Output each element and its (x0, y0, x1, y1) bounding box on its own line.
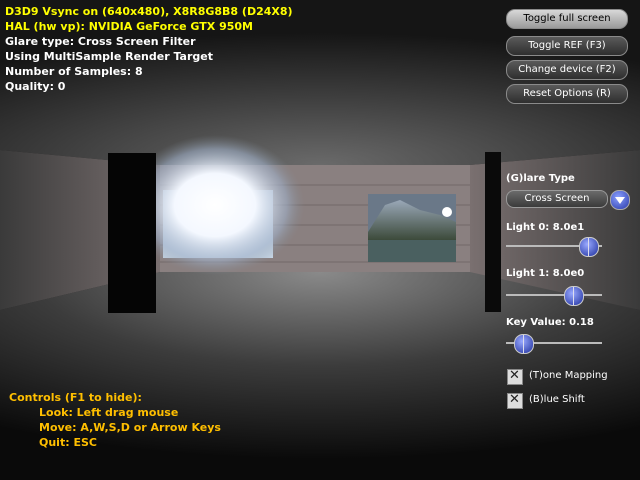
light0-label: Light 0: 8.0e1 (506, 222, 585, 233)
controls-move: Move: A,W,S,D or Arrow Keys (39, 421, 221, 434)
sample-count-status: Number of Samples: 8 (5, 65, 143, 78)
quality-status: Quality: 0 (5, 80, 66, 93)
blue-shift-label: (B)lue Shift (529, 394, 585, 405)
glare-type-label: (G)lare Type (506, 173, 575, 184)
toggle-full-screen-button[interactable]: Toggle full screen (506, 9, 628, 29)
light1-slider-track[interactable] (506, 286, 602, 306)
stats-overlay: D3D9 Vsync on (640x480), X8R8G8B8 (D24X8… (5, 4, 293, 94)
chevron-down-icon[interactable] (610, 190, 630, 210)
controls-help: Controls (F1 to hide): Look: Left drag m… (9, 390, 221, 450)
light1-label: Light 1: 8.0e0 (506, 268, 585, 279)
key-value-label: Key Value: 0.18 (506, 317, 594, 328)
device-stats: D3D9 Vsync on (640x480), X8R8G8B8 (D24X8… (5, 5, 293, 18)
controls-quit: Quit: ESC (39, 436, 97, 449)
glare-type-status: Glare type: Cross Screen Filter (5, 35, 196, 48)
reset-options-button[interactable]: Reset Options (R) (506, 84, 628, 104)
device-info: HAL (hw vp): NVIDIA GeForce GTX 950M (5, 20, 253, 33)
change-device-button[interactable]: Change device (F2) (506, 60, 628, 80)
key-value-slider-thumb[interactable] (514, 334, 535, 354)
key-value-slider-track[interactable] (506, 334, 602, 354)
light0-slider-thumb[interactable] (578, 237, 599, 257)
controls-title: Controls (F1 to hide): (9, 391, 142, 404)
tone-mapping-checkbox[interactable] (507, 368, 523, 385)
controls-look: Look: Left drag mouse (39, 406, 179, 419)
light1-slider-thumb[interactable] (564, 286, 585, 306)
tone-mapping-label: (T)one Mapping (529, 370, 608, 381)
glare-type-select[interactable]: Cross Screen (506, 190, 608, 208)
blue-shift-checkbox[interactable] (507, 392, 523, 409)
toggle-ref-button[interactable]: Toggle REF (F3) (506, 36, 628, 56)
light0-slider-track[interactable] (506, 237, 602, 257)
multisample-status: Using MultiSample Render Target (5, 50, 213, 63)
